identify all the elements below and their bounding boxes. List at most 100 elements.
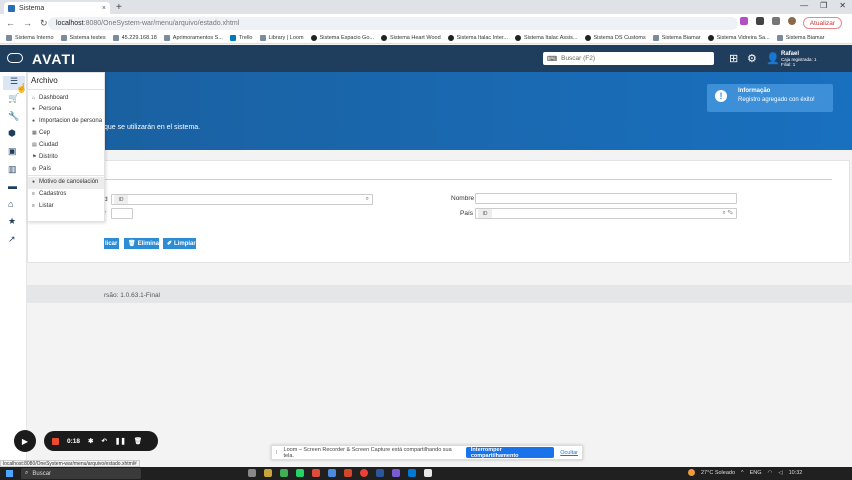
cloud-logo-icon[interactable] xyxy=(7,53,23,63)
app-icon[interactable] xyxy=(344,469,352,477)
apply-button[interactable]: licar xyxy=(104,238,119,249)
extension-icon[interactable] xyxy=(740,17,748,25)
language-indicator[interactable]: ENG xyxy=(750,470,762,476)
user-info[interactable]: Rafael Caja registrada: 1 Filial: 1 xyxy=(781,51,817,67)
wifi-icon[interactable]: ◠ xyxy=(768,470,773,476)
reload-icon[interactable]: ↻ xyxy=(40,18,48,29)
success-toast[interactable]: ! Informação Registro agregado con éxito… xyxy=(707,84,833,112)
money-icon[interactable]: ▣ xyxy=(8,146,17,157)
bookmark-item[interactable]: Sistema Italac Inter... xyxy=(447,34,508,41)
hide-link[interactable]: Ocultar xyxy=(560,450,578,456)
brand-logo[interactable]: AVATI xyxy=(32,51,76,67)
bookmark-item[interactable]: Aprimoramentos S... xyxy=(163,34,223,41)
back-icon[interactable]: ← xyxy=(6,18,15,28)
undo-icon[interactable]: ↶ xyxy=(101,437,106,445)
draw-icon[interactable]: ✱ xyxy=(88,437,93,445)
tab-close-icon[interactable]: × xyxy=(102,5,106,12)
tray-up-icon[interactable]: ^ xyxy=(741,470,744,476)
bookmark-item[interactable]: 45.229.168.18 xyxy=(112,34,157,41)
bookmark-item[interactable]: Sistema DS Customs xyxy=(584,34,646,41)
browser-tab[interactable]: Sistema × xyxy=(4,2,110,14)
bookmark-item[interactable]: Sistema Interno xyxy=(6,34,54,41)
bookmark-item[interactable]: Sistema Heart Wood xyxy=(380,34,441,41)
menu-item[interactable]: ● Persona xyxy=(32,106,61,112)
country-search-input[interactable]: ID ⌕ ✎ xyxy=(475,208,737,219)
app-icon[interactable] xyxy=(392,469,400,477)
task-view-icon[interactable] xyxy=(248,469,256,477)
wrench-icon[interactable]: 🔧 xyxy=(8,111,19,122)
menu-item[interactable]: ⌂ Dashboard xyxy=(32,95,68,101)
cart-icon[interactable]: 🛒 xyxy=(8,93,19,104)
menu-item[interactable]: ▦ Cep xyxy=(32,130,50,136)
app-icon[interactable] xyxy=(328,469,336,477)
spotify-icon[interactable] xyxy=(280,469,288,477)
global-search-input[interactable]: ⌨ Buscar (F2) xyxy=(543,52,714,65)
clock[interactable]: 10:32 xyxy=(789,470,803,476)
delete-button[interactable]: 🗑 Eliminar xyxy=(124,238,161,249)
stop-sharing-button[interactable]: Interromper compartilhamento xyxy=(465,447,555,459)
delete-recording-icon[interactable]: 🗑 xyxy=(134,437,142,445)
app-icon[interactable] xyxy=(312,469,320,477)
bookmark-item[interactable]: Sistema Espacio Go... xyxy=(310,34,374,41)
line-chart-icon[interactable]: ↗ xyxy=(8,234,16,245)
taskbar-search[interactable]: ⌕ Buscar xyxy=(21,468,141,479)
drag-handle-icon[interactable]: ⁞ xyxy=(276,450,278,456)
pause-icon[interactable]: ❚❚ xyxy=(115,437,126,445)
loom-camera-button[interactable]: ▶ xyxy=(14,430,36,452)
menu-item[interactable]: ⚑ Distrito xyxy=(32,154,58,160)
short-input[interactable] xyxy=(111,208,133,219)
menu-item[interactable]: ● Importacion de persona xyxy=(32,118,102,124)
file-explorer-icon[interactable] xyxy=(264,469,272,477)
url-input[interactable]: localhost :8080/OneSystem-war/menu/arqui… xyxy=(48,17,738,30)
menu-item-label: Distrito xyxy=(39,154,58,160)
bookmark-item[interactable]: Library | Loom xyxy=(259,34,304,41)
user-icon[interactable]: 👤 xyxy=(766,52,780,65)
menu-item[interactable]: ≡ Cadastros xyxy=(32,191,66,197)
id-search-input[interactable]: ID ⌕ xyxy=(111,194,373,205)
chart-bar-icon[interactable]: ▥ xyxy=(8,164,17,175)
search-icon[interactable]: ⌕ xyxy=(366,196,369,203)
menu-item[interactable]: ≡ Listar xyxy=(32,203,54,209)
bookmark-item[interactable]: Trello xyxy=(229,34,253,41)
bookmark-item[interactable]: Sistema Italac Assis... xyxy=(515,34,578,41)
app-icon[interactable] xyxy=(408,469,416,477)
stop-recording-icon[interactable] xyxy=(52,437,59,445)
menu-item[interactable]: ▤ Ciudad xyxy=(32,142,58,148)
profile-avatar-icon[interactable] xyxy=(788,17,796,25)
bookmark-item[interactable]: Sistema Biamar xyxy=(652,34,701,41)
bookmark-item[interactable]: Sistema testes xyxy=(60,34,106,41)
windows-start-icon[interactable] xyxy=(6,470,13,477)
new-tab-button[interactable]: + xyxy=(116,2,122,13)
search-edit-icon[interactable]: ⌕ ✎ xyxy=(723,210,734,217)
app-icon[interactable] xyxy=(376,469,384,477)
bookmark-item[interactable]: Sistema Vidreira Sa... xyxy=(707,34,770,41)
split-view-icon[interactable] xyxy=(772,17,780,25)
volume-icon[interactable]: ◁ xyxy=(778,470,782,476)
clear-button[interactable]: ✐ Limpiar xyxy=(163,238,196,249)
id-prefix-tag: ID xyxy=(114,195,128,204)
truck-icon[interactable]: ▬ xyxy=(8,181,17,191)
update-button[interactable]: Atualizar xyxy=(802,17,842,29)
app-icon[interactable] xyxy=(424,469,432,477)
bookmark-item[interactable]: Sistema Biamar xyxy=(776,34,825,41)
star-icon[interactable]: ★ xyxy=(8,216,16,227)
name-input[interactable] xyxy=(475,193,737,204)
add-window-icon[interactable]: ⊞ xyxy=(729,52,738,65)
restore-icon[interactable]: ❐ xyxy=(820,1,827,10)
globe-icon xyxy=(380,34,387,41)
cubes-icon[interactable]: ⬢ xyxy=(8,128,16,139)
bank-icon[interactable]: ⌂ xyxy=(8,199,13,209)
minimize-icon[interactable]: — xyxy=(800,1,808,10)
list-icon: ≡ xyxy=(32,191,35,197)
globe-icon xyxy=(584,34,591,41)
menu-item[interactable]: ● Motivo de cancelación xyxy=(32,179,98,185)
menu-item[interactable]: ◍ País xyxy=(32,166,51,172)
keyboard-icon: ⌨ xyxy=(547,55,558,63)
weather-text[interactable]: 27°C Soleado xyxy=(701,470,735,476)
gear-icon[interactable]: ⚙ xyxy=(747,52,757,65)
puzzle-icon[interactable] xyxy=(756,17,764,25)
forward-icon[interactable]: → xyxy=(23,18,32,28)
chrome-icon[interactable] xyxy=(360,469,368,477)
window-close-icon[interactable]: ✕ xyxy=(839,1,846,10)
whatsapp-icon[interactable] xyxy=(296,469,304,477)
